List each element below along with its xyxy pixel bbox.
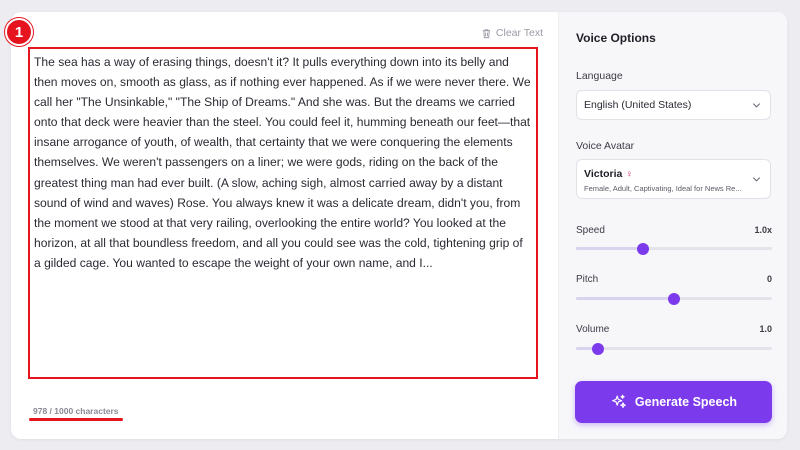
voice-options-title: Voice Options: [576, 31, 656, 45]
pitch-slider-fill: [576, 297, 674, 300]
chevron-down-icon: [752, 177, 761, 182]
text-input-content: The sea has a way of erasing things, doe…: [34, 55, 531, 270]
generate-speech-label: Generate Speech: [634, 395, 738, 409]
clear-text-button[interactable]: Clear Text: [481, 27, 543, 39]
volume-slider-thumb[interactable]: [591, 342, 604, 355]
text-input-area[interactable]: The sea has a way of erasing things, doe…: [28, 47, 538, 379]
speed-row: Speed 1.0x: [576, 225, 772, 236]
tts-card: Clear Text The sea has a way of erasing …: [11, 12, 787, 439]
chevron-down-icon: [752, 103, 761, 108]
language-value: English (United States): [584, 99, 692, 111]
volume-label: Volume: [576, 324, 610, 335]
voice-options-panel: Voice Options Language English (United S…: [558, 12, 787, 439]
avatar-name: Victoria: [584, 168, 623, 180]
avatar-name-row: Victoria ♀: [584, 168, 633, 180]
pitch-slider[interactable]: [576, 292, 772, 305]
volume-slider[interactable]: [576, 342, 772, 355]
speed-value: 1.0x: [754, 225, 772, 235]
character-count: 978 / 1000 characters: [33, 406, 119, 416]
speed-slider-thumb[interactable]: [636, 242, 649, 255]
language-select[interactable]: English (United States): [576, 90, 771, 120]
text-editor-panel: Clear Text The sea has a way of erasing …: [11, 12, 558, 439]
female-icon: ♀: [625, 168, 633, 180]
speed-slider[interactable]: [576, 242, 772, 255]
volume-value: 1.0: [759, 324, 772, 334]
speed-label: Speed: [576, 225, 605, 236]
annotation-underline: [29, 418, 123, 421]
voice-avatar-label: Voice Avatar: [576, 140, 635, 152]
pitch-row: Pitch 0: [576, 274, 772, 285]
clear-text-label: Clear Text: [495, 27, 543, 39]
annotation-badge: 1: [5, 18, 33, 46]
pitch-slider-thumb[interactable]: [668, 292, 680, 305]
pitch-label: Pitch: [576, 274, 599, 285]
sparkles-icon: [612, 394, 626, 408]
language-label: Language: [576, 70, 623, 82]
pitch-value: 0: [766, 274, 772, 284]
generate-speech-button[interactable]: Generate Speech: [575, 381, 772, 423]
volume-row: Volume 1.0: [576, 324, 772, 335]
trash-icon: [482, 28, 491, 38]
voice-avatar-select[interactable]: Victoria ♀ Female, Adult, Captivating, I…: [576, 159, 771, 199]
speed-slider-fill: [576, 247, 643, 250]
avatar-description: Female, Adult, Captivating, Ideal for Ne…: [584, 184, 742, 193]
